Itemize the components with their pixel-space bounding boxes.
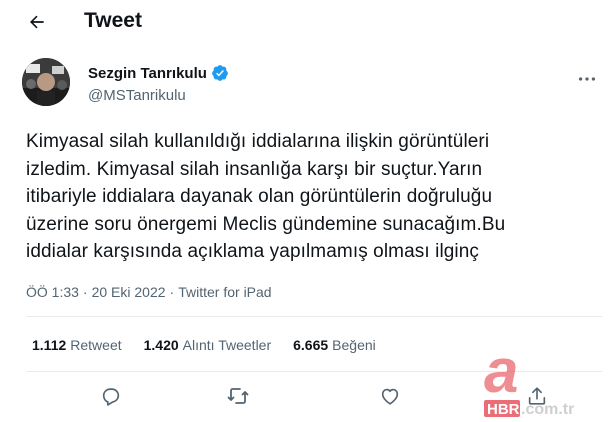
author-name-row[interactable]: Sezgin Tanrıkulu (88, 64, 229, 82)
quote-tweets-stat[interactable]: 1.420 Alıntı Tweetler (144, 337, 272, 353)
meta-separator: · (82, 284, 88, 300)
page-title: Tweet (84, 9, 142, 32)
divider (26, 316, 602, 317)
tweet-text-line: üzerine soru önergemi Meclis gündemine s… (26, 213, 506, 235)
tweet-date[interactable]: 20 Eki 2022 (92, 284, 166, 300)
share-button[interactable] (524, 383, 550, 409)
more-options-button[interactable] (576, 68, 598, 90)
reply-button[interactable] (98, 383, 124, 409)
verified-badge-icon (212, 65, 228, 81)
tweet-text-line: itibariyle iddialara dayanak olan görünt… (26, 186, 493, 207)
tweet-actions (0, 383, 616, 413)
share-icon (528, 387, 546, 405)
tweet-time[interactable]: ÖÖ 1:33 (26, 284, 79, 300)
header: Tweet (0, 0, 616, 44)
tweet-text-line: Kimyasal silah kullanıldığı iddialarına … (26, 131, 490, 152)
tweet-source[interactable]: Twitter for iPad (178, 284, 271, 300)
avatar[interactable] (22, 58, 70, 106)
tweet-author: Sezgin Tanrıkulu @MSTanrikulu (22, 58, 602, 108)
arrow-left-icon (30, 15, 44, 29)
retweets-count: 1.112 (32, 337, 67, 353)
author-name: Sezgin Tanrıkulu (88, 64, 207, 82)
tweet-text-line: iddialar karşısında açıklama yapılmamış … (26, 241, 480, 262)
like-icon (381, 388, 399, 405)
back-button[interactable] (26, 11, 48, 33)
meta-separator: · (169, 284, 175, 300)
like-button[interactable] (377, 383, 403, 409)
more-horizontal-icon (578, 77, 596, 81)
quotes-label: Alıntı Tweetler (182, 337, 272, 353)
retweets-stat[interactable]: 1.112 Retweet (32, 337, 122, 353)
likes-label: Beğeni (332, 337, 376, 353)
divider (26, 371, 602, 372)
likes-count: 6.665 (293, 337, 329, 353)
tweet-meta: ÖÖ 1:33 · 20 Eki 2022 · Twitter for iPad (26, 284, 272, 300)
likes-stat[interactable]: 6.665 Beğeni (293, 337, 376, 353)
tweet-stats: 1.112 Retweet 1.420 Alıntı Tweetler 6.66… (32, 337, 398, 353)
reply-icon (102, 388, 120, 406)
author-handle[interactable]: @MSTanrikulu (88, 87, 186, 104)
quotes-count: 1.420 (143, 337, 179, 353)
retweet-icon (227, 388, 249, 404)
tweet-text-line: izledim. Kimyasal silah insanlığa karşı … (26, 158, 483, 180)
retweets-label: Retweet (70, 337, 122, 353)
retweet-button[interactable] (225, 383, 251, 409)
tweet-text: Kimyasal silah kullanıldığı iddialarına … (26, 128, 601, 266)
